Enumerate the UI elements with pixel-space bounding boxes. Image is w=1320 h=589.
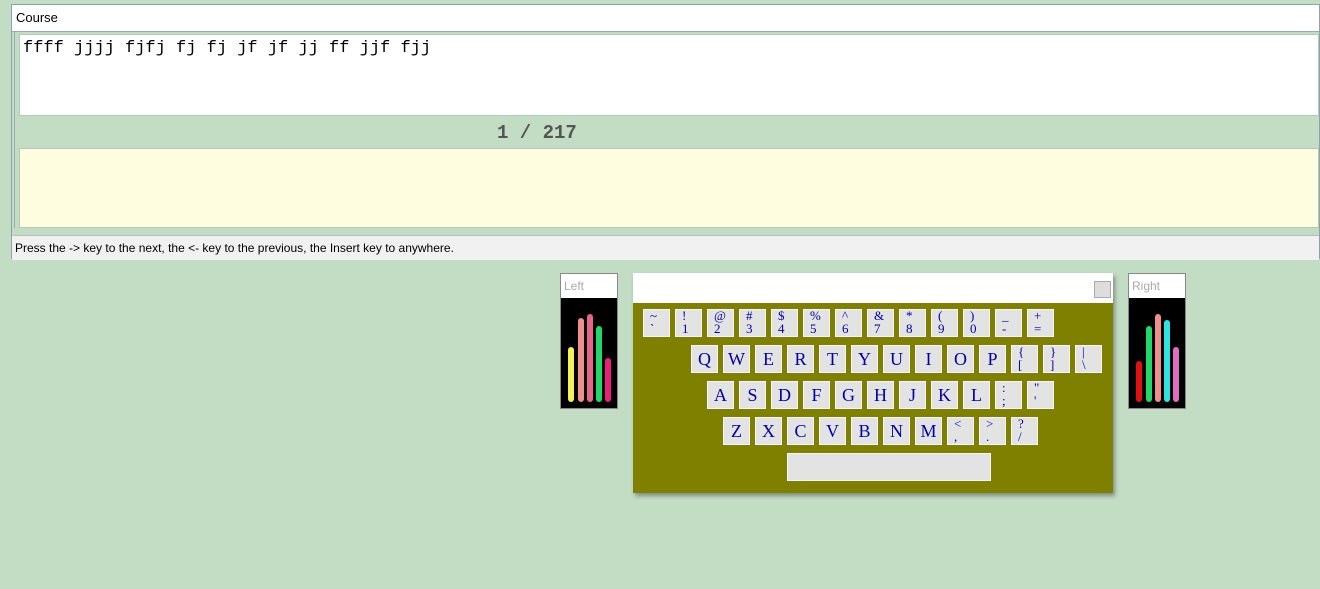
key-u[interactable]: U: [883, 345, 910, 373]
key-base-symbol: 0: [970, 321, 977, 336]
lesson-text: ffff jjjj fjfj fj fj jf jf jj ff jjf fjj: [19, 34, 1319, 116]
key-49[interactable]: :;: [995, 381, 1022, 409]
key-base-symbol: =: [1034, 321, 1042, 336]
key-base-symbol: [: [1018, 357, 1023, 372]
course-content: ffff jjjj fjfj fj fj jf jf jj ff jjf fjj…: [14, 32, 1319, 228]
left-finger-bar-2: [578, 318, 584, 402]
course-window-title: Course: [12, 5, 1319, 32]
key-k[interactable]: K: [931, 381, 958, 409]
right-finger-bar-4: [1164, 320, 1170, 402]
key-base-symbol: 8: [906, 321, 913, 336]
key-12[interactable]: + =: [1027, 309, 1054, 337]
left-hand-panel: Left: [560, 273, 618, 409]
right-finger-bar-5: [1173, 347, 1179, 402]
key-y[interactable]: Y: [851, 345, 878, 373]
key-l[interactable]: L: [963, 381, 990, 409]
left-hand-title: Left: [561, 274, 617, 298]
course-window: Course ffff jjjj fjfj fj fj jf jf jj ff …: [11, 4, 1320, 260]
key-base-symbol: .: [986, 429, 990, 444]
key-h[interactable]: H: [867, 381, 894, 409]
key-base-symbol: `: [650, 321, 655, 336]
key-q[interactable]: Q: [691, 345, 718, 373]
key-2[interactable]: @2: [707, 309, 734, 337]
key-base-symbol: 7: [874, 321, 881, 336]
left-finger-bar-1: [568, 347, 574, 402]
key-m[interactable]: M: [915, 417, 942, 445]
key-p[interactable]: P: [979, 345, 1006, 373]
key-d[interactable]: D: [771, 381, 798, 409]
key-67[interactable]: <,: [947, 417, 974, 445]
key-9[interactable]: (9: [931, 309, 958, 337]
key-t[interactable]: T: [819, 345, 846, 373]
key-0[interactable]: ~ `: [643, 309, 670, 337]
key-x[interactable]: X: [755, 417, 782, 445]
key-base-symbol: 5: [810, 321, 817, 336]
page-counter: 1 / 217: [497, 122, 577, 144]
right-hand-title: Right: [1129, 274, 1185, 298]
key-b[interactable]: B: [851, 417, 878, 445]
key-base-symbol: 1: [682, 321, 689, 336]
key-i[interactable]: I: [915, 345, 942, 373]
key-base-symbol: \: [1082, 357, 1086, 372]
key-e[interactable]: E: [755, 345, 782, 373]
key-10[interactable]: ) 0: [963, 309, 990, 337]
left-finger-bar-5: [605, 358, 611, 402]
key-f[interactable]: F: [803, 381, 830, 409]
key-base-symbol: 3: [746, 321, 753, 336]
key-v[interactable]: V: [819, 417, 846, 445]
key-4[interactable]: $4: [771, 309, 798, 337]
key-c[interactable]: C: [787, 417, 814, 445]
typing-input-area[interactable]: [19, 148, 1319, 228]
key-space[interactable]: [787, 453, 991, 481]
key-g[interactable]: G: [835, 381, 862, 409]
key-7[interactable]: & 7: [867, 309, 894, 337]
right-finger-bar-3: [1155, 314, 1161, 402]
key-r[interactable]: R: [787, 345, 814, 373]
key-32[interactable]: | \: [1075, 345, 1102, 373]
key-base-symbol: ;: [1002, 393, 1006, 408]
key-n[interactable]: N: [883, 417, 910, 445]
left-finger-bar-3: [587, 314, 593, 402]
key-31[interactable]: }]: [1043, 345, 1070, 373]
key-w[interactable]: W: [723, 345, 750, 373]
left-finger-bar-4: [596, 326, 602, 402]
key-base-symbol: 9: [938, 321, 945, 336]
key-3[interactable]: #3: [739, 309, 766, 337]
virtual-keyboard: ~ `! 1 @2 #3 $4% 5 ^ 6 & 7 * 8(9) 0 _ - + = Q W E R T Y U I O P{[}]…: [633, 273, 1113, 493]
key-s[interactable]: S: [739, 381, 766, 409]
right-finger-bar-1: [1136, 361, 1142, 402]
right-finger-bar-2: [1146, 326, 1152, 402]
key-11[interactable]: _ -: [995, 309, 1022, 337]
key-50[interactable]: " ': [1027, 381, 1054, 409]
right-hand-panel: Right: [1128, 273, 1186, 409]
key-6[interactable]: ^ 6: [835, 309, 862, 337]
status-bar: Press the -> key to the next, the <- key…: [12, 235, 1319, 260]
key-base-symbol: /: [1018, 429, 1022, 444]
key-5[interactable]: % 5: [803, 309, 830, 337]
keyboard-close-button[interactable]: [1094, 281, 1111, 298]
key-30[interactable]: {[: [1011, 345, 1038, 373]
key-j[interactable]: J: [899, 381, 926, 409]
key-1[interactable]: ! 1: [675, 309, 702, 337]
key-base-symbol: ,: [954, 429, 958, 444]
key-z[interactable]: Z: [723, 417, 750, 445]
key-69[interactable]: ? /: [1011, 417, 1038, 445]
key-base-symbol: 4: [778, 321, 785, 336]
key-8[interactable]: * 8: [899, 309, 926, 337]
key-o[interactable]: O: [947, 345, 974, 373]
key-68[interactable]: >.: [979, 417, 1006, 445]
keyboard-title-bar: [633, 273, 1113, 303]
key-base-symbol: 6: [842, 321, 849, 336]
key-a[interactable]: A: [707, 381, 734, 409]
key-base-symbol: ': [1034, 393, 1037, 408]
key-base-symbol: ]: [1050, 357, 1055, 372]
key-base-symbol: -: [1002, 321, 1007, 336]
key-base-symbol: 2: [714, 321, 721, 336]
